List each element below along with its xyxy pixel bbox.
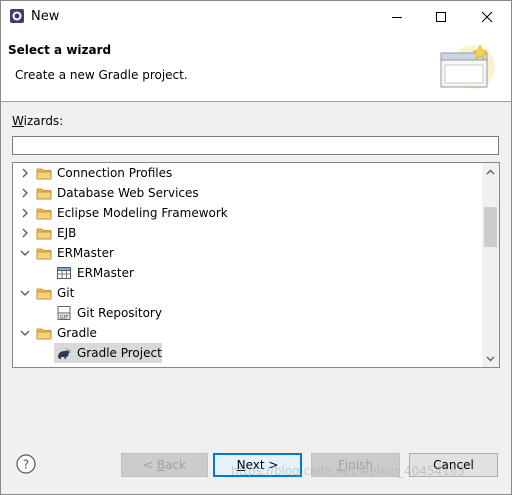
tree-item[interactable]: Gradle [13,323,481,343]
back-button-mnemonic: B [156,458,166,472]
page-title: Select a wizard [8,43,112,57]
finish-button-label: inish [344,458,374,472]
tree-item[interactable]: Gradle Project [13,343,481,363]
wizard-filter-input[interactable] [12,136,499,155]
folder-icon [36,225,52,241]
folder-icon [36,245,52,261]
help-icon[interactable]: ? [16,454,36,474]
window-title: New [31,9,60,24]
tree-item[interactable]: Database Web Services [13,183,481,203]
tree-item-label: Gradle [57,326,97,340]
tree-item-label: EJB [57,226,77,240]
scroll-down-icon[interactable] [482,350,499,367]
scroll-thumb[interactable] [484,207,497,247]
cancel-button[interactable]: Cancel [409,453,498,477]
scroll-up-icon[interactable] [482,163,499,180]
chevron-down-icon[interactable] [19,247,31,259]
tree-item[interactable]: ERMaster [13,263,481,283]
table-icon [56,265,72,281]
tree-item-label: Gradle Project [77,346,162,360]
svg-text:?: ? [23,458,29,472]
chevron-right-icon[interactable] [19,227,31,239]
new-wizard-dialog: New Select a wizard Create a new Gradle … [0,0,512,495]
chevron-down-icon[interactable] [19,287,31,299]
folder-icon [36,165,52,181]
tree-item[interactable]: ERMaster [13,243,481,263]
page-description: Create a new Gradle project. [15,68,188,82]
tree-item[interactable]: Eclipse Modeling Framework [13,203,481,223]
finish-button-mnemonic: F [337,458,345,472]
maximize-button[interactable] [419,1,463,33]
back-button-label: ack [165,458,186,472]
tree-item-label: Git [57,286,75,300]
folder-icon [36,285,52,301]
chevron-right-icon[interactable] [19,167,31,179]
gradle-icon [56,345,72,361]
tree-item-label: Database Web Services [57,186,199,200]
finish-button[interactable]: Finish [311,453,400,477]
folder-icon [36,205,52,221]
folder-icon [36,185,52,201]
next-button-mnemonic: N [236,458,246,472]
wizard-header: Select a wizard Create a new Gradle proj… [1,33,511,102]
next-button[interactable]: Next > [213,453,302,477]
eclipse-icon [9,8,25,24]
new-wizard-banner-icon [437,41,497,97]
wizards-label-text: izards: [23,114,64,128]
folder-icon [36,325,52,341]
tree-item[interactable]: Git [13,283,481,303]
minimize-button[interactable] [375,1,419,33]
next-button-label: ext > [245,458,279,472]
tree-item-label: ERMaster [77,266,134,280]
wizard-tree[interactable]: Connection Profiles Database Web Services… [12,162,500,368]
chevron-right-icon[interactable] [19,187,31,199]
tree-item-label: Git Repository [77,306,162,320]
tree-item-label: Connection Profiles [57,166,173,180]
tree-item-label: Eclipse Modeling Framework [57,206,228,220]
wizards-label-mnemonic: W [12,114,24,128]
tree-scrollbar[interactable] [482,163,499,367]
tree-item-label: ERMaster [57,246,114,260]
back-button-prefix: < [142,458,157,472]
git-icon: GIT [56,305,72,321]
close-button[interactable] [465,1,509,33]
svg-text:GIT: GIT [60,315,69,321]
back-button[interactable]: < Back [121,453,208,477]
tree-item[interactable]: EJB [13,223,481,243]
title-bar[interactable]: New [1,1,511,33]
tree-item[interactable]: GIT Git Repository [13,303,481,323]
wizards-label: Wizards: [12,114,63,128]
chevron-down-icon[interactable] [19,327,31,339]
tree-item[interactable]: Connection Profiles [13,163,481,183]
chevron-right-icon[interactable] [19,207,31,219]
